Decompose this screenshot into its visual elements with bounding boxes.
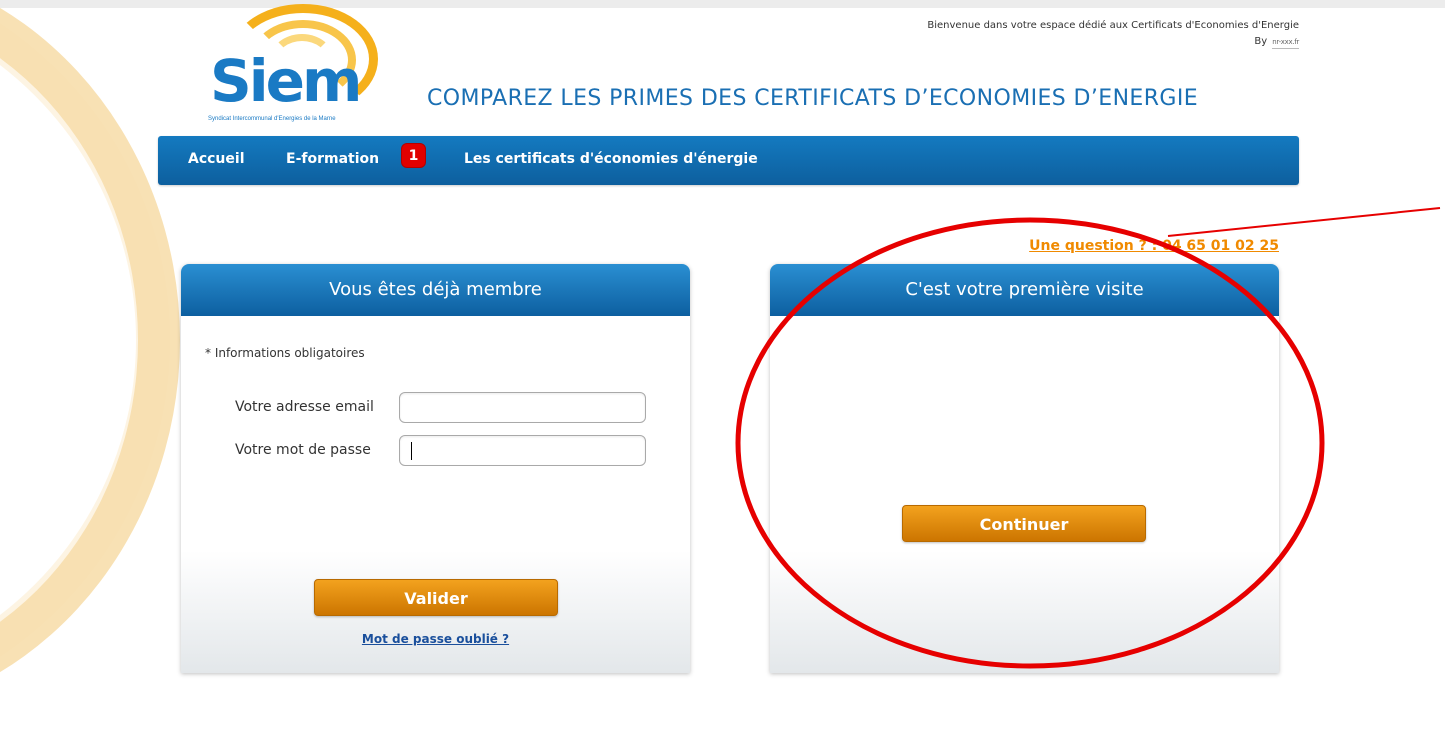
text-caret (411, 442, 412, 460)
logo-subtitle: Syndicat Intercommunal d'Energies de la … (208, 116, 336, 122)
welcome-block: Bienvenue dans votre espace dédié aux Ce… (927, 18, 1299, 50)
email-row: Votre adresse email (235, 392, 655, 424)
password-row: Votre mot de passe (235, 435, 655, 467)
by-line: By nr-xxx.fr (927, 34, 1299, 50)
question-phone-link[interactable]: Une question ? : 04 65 01 02 25 (1029, 238, 1279, 254)
annotation-pointer-line (1167, 207, 1441, 237)
page-headline: COMPAREZ LES PRIMES DES CERTIFICATS D’EC… (427, 86, 1199, 111)
required-note: * Informations obligatoires (205, 346, 365, 360)
partner-logo[interactable]: nr-xxx.fr (1272, 37, 1299, 50)
login-panel: Vous êtes déjà membre * Informations obl… (181, 264, 690, 673)
nav-item-certificats[interactable]: Les certificats d'économies d'énergie (464, 151, 758, 167)
logo-text: Siem (210, 47, 362, 115)
notification-badge: 1 (401, 143, 426, 168)
by-label: By (1254, 36, 1268, 47)
first-visit-panel-title: C'est votre première visite (770, 264, 1279, 316)
top-frame-bar (0, 0, 1445, 8)
first-visit-panel: C'est votre première visite Continuer (770, 264, 1279, 673)
background-arc (0, 0, 180, 720)
password-field[interactable] (399, 435, 646, 466)
email-label: Votre adresse email (235, 399, 374, 415)
continue-button[interactable]: Continuer (902, 505, 1146, 542)
password-label: Votre mot de passe (235, 442, 371, 458)
forgot-password-link[interactable]: Mot de passe oublié ? (181, 632, 690, 646)
page: Bienvenue dans votre espace dédié aux Ce… (0, 0, 1445, 731)
email-field[interactable] (399, 392, 646, 423)
main-nav: Accueil E-formation 1 Les certificats d'… (158, 136, 1299, 185)
welcome-text: Bienvenue dans votre espace dédié aux Ce… (927, 20, 1299, 31)
nav-item-e-formation[interactable]: E-formation (286, 151, 379, 167)
validate-button[interactable]: Valider (314, 579, 558, 616)
nav-item-accueil[interactable]: Accueil (188, 151, 245, 167)
siem-logo[interactable]: Siem Syndicat Intercommunal d'Energies d… (198, 4, 388, 125)
login-panel-title: Vous êtes déjà membre (181, 264, 690, 316)
